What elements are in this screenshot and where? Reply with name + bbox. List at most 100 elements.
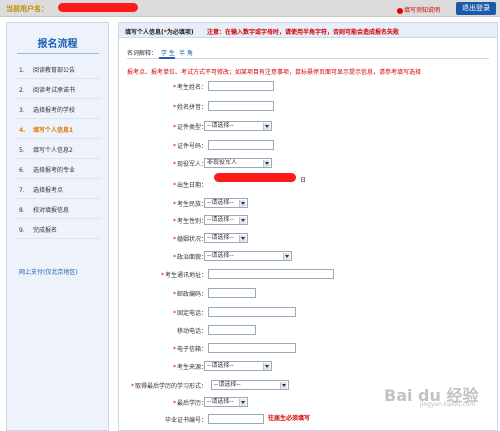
sidebar-step-5[interactable]: 5. 填写个人信息2 <box>19 145 73 154</box>
form-title: 填写个人信息(*为必填项) <box>125 29 194 36</box>
header-warning: 注意：在输入数字或字母时，请使用半角字符，否则可能会造成报名失败 <box>207 29 400 36</box>
step-divider <box>15 98 101 99</box>
label-source: *考生来源： <box>172 364 207 371</box>
source-select[interactable]: --请选择-- <box>204 361 272 371</box>
chevron-down-icon <box>280 382 287 389</box>
name-input[interactable] <box>208 81 274 91</box>
required-mark: * <box>172 310 176 317</box>
politics-select[interactable]: --请选择-- <box>204 251 292 261</box>
active-tab-indicator <box>159 57 175 59</box>
required-mark: * <box>172 161 176 168</box>
glossary-label: 名词解释： <box>127 50 158 57</box>
step-divider <box>15 138 101 139</box>
degree-select[interactable]: --请选择-- <box>204 397 248 407</box>
sidebar-step-6[interactable]: 6. 选择报考的专业 <box>19 165 75 174</box>
gender-select[interactable]: --请选择-- <box>204 215 248 225</box>
ethnicity-select[interactable]: --请选择-- <box>204 198 248 208</box>
required-mark: * <box>172 124 176 131</box>
step-divider <box>15 118 101 119</box>
required-mark: * <box>172 104 176 111</box>
label-ethnicity: *考生民族： <box>172 201 207 208</box>
chevron-down-icon <box>283 253 290 260</box>
required-mark: * <box>172 254 176 261</box>
soldier-select[interactable]: 非现役军人 <box>204 158 272 168</box>
required-mark: * <box>172 84 176 91</box>
phone-input[interactable] <box>208 307 296 317</box>
step-divider <box>15 238 101 239</box>
study-form-select[interactable]: --请选择-- <box>211 380 289 390</box>
current-user-label: 当前用户名： <box>6 5 48 13</box>
chevron-down-icon <box>239 235 246 242</box>
step-divider <box>15 218 101 219</box>
id-number-input[interactable] <box>208 140 274 150</box>
mobile-input[interactable] <box>208 325 256 335</box>
form-hint: 报考点、报考单位、考试方式不可修改；如某项目有注意事项，鼠标悬停页面可显示提示信… <box>127 69 422 76</box>
required-mark: * <box>172 182 176 189</box>
label-degree: *最后学历： <box>172 400 207 407</box>
logout-button[interactable]: 退出登录 <box>456 2 496 15</box>
top-bar: 当前用户名： 填写须知说明 退出登录 <box>0 0 500 17</box>
id-type-select[interactable]: --请选择-- <box>204 121 272 131</box>
marital-select[interactable]: --请选择-- <box>204 233 248 243</box>
required-mark: * <box>130 383 134 390</box>
label-id-number: *证件号码： <box>172 143 207 150</box>
sidebar-step-1[interactable]: 1. 阅读教育部公告 <box>19 65 75 74</box>
grad-cert-input[interactable] <box>208 414 264 424</box>
required-mark: * <box>172 236 176 243</box>
step-divider <box>15 178 101 179</box>
required-mark: * <box>172 346 176 353</box>
label-study-form: *取得最后学历的学习形式： <box>130 383 207 390</box>
required-mark: * <box>172 291 176 298</box>
sidebar-title: 报名流程 <box>37 39 78 50</box>
required-mark: * <box>172 201 176 208</box>
required-mark: * <box>172 218 176 225</box>
pinyin-input[interactable] <box>208 101 274 111</box>
online-payment-link[interactable]: 网上支付(仅北京地区) <box>19 267 78 276</box>
tabs-divider <box>127 58 489 59</box>
label-birth: *出生日期： <box>172 182 207 189</box>
label-soldier: *现役军人： <box>172 161 207 168</box>
sidebar-step-7[interactable]: 7. 选择报考点 <box>19 185 63 194</box>
label-address: *考生通讯地址： <box>160 272 207 279</box>
chevron-down-icon <box>239 399 246 406</box>
label-mobile: 移动电话： <box>176 328 207 335</box>
tab-halfwidth[interactable]: 半 角 <box>179 50 193 57</box>
redacted-username <box>58 3 138 12</box>
sidebar: 报名流程 1. 阅读教育部公告 2. 阅读考试承诺书 3. 选择报考的学校 4. 填写个… <box>6 22 109 431</box>
required-mark: * <box>172 364 176 371</box>
email-input[interactable] <box>208 343 296 353</box>
chevron-down-icon <box>263 363 270 370</box>
label-phone: *固定电话： <box>172 310 207 317</box>
form-header: 填写个人信息(*为必填项) 注意：在输入数字或字母时，请使用半角字符，否则可能会… <box>119 23 497 38</box>
sidebar-step-3[interactable]: 3. 选择报考的学校 <box>19 105 75 114</box>
postcode-input[interactable] <box>208 288 256 298</box>
watermark-url: jingyan.baidu.com <box>420 401 476 408</box>
grad-cert-note: 往届生必须填写 <box>268 415 311 422</box>
label-name: *考生姓名： <box>172 84 207 91</box>
step-divider <box>15 78 101 79</box>
notice-link[interactable]: 填写须知说明 <box>397 5 440 14</box>
redacted-birth-date <box>214 173 296 182</box>
label-id-type: *证件类型： <box>172 124 207 131</box>
label-postcode: *邮政编码： <box>172 291 207 298</box>
label-grad-cert: 毕业证书编号： <box>164 417 207 424</box>
required-mark: * <box>172 143 176 150</box>
sidebar-step-8[interactable]: 8. 校对填报信息 <box>19 205 69 214</box>
sidebar-step-9[interactable]: 9. 完成报名 <box>19 225 57 234</box>
label-gender: *考生性别： <box>172 218 207 225</box>
chevron-down-icon <box>263 160 270 167</box>
chevron-down-icon <box>239 217 246 224</box>
sidebar-step-2[interactable]: 2. 阅读考试承诺书 <box>19 85 75 94</box>
tab-student[interactable]: 学 生 <box>161 50 175 57</box>
address-input[interactable] <box>208 269 334 279</box>
label-politics: *政治面貌： <box>172 254 207 261</box>
step-divider <box>15 158 101 159</box>
glossary-tabs: 名词解释：学 生半 角 <box>127 48 193 57</box>
required-mark: * <box>172 400 176 407</box>
chevron-down-icon <box>263 123 270 130</box>
chevron-down-icon <box>239 200 246 207</box>
step-divider <box>15 198 101 199</box>
sidebar-step-4[interactable]: 4. 填写个人信息1 <box>19 125 73 134</box>
label-email: *电子信箱： <box>172 346 207 353</box>
notice-icon <box>397 7 403 14</box>
